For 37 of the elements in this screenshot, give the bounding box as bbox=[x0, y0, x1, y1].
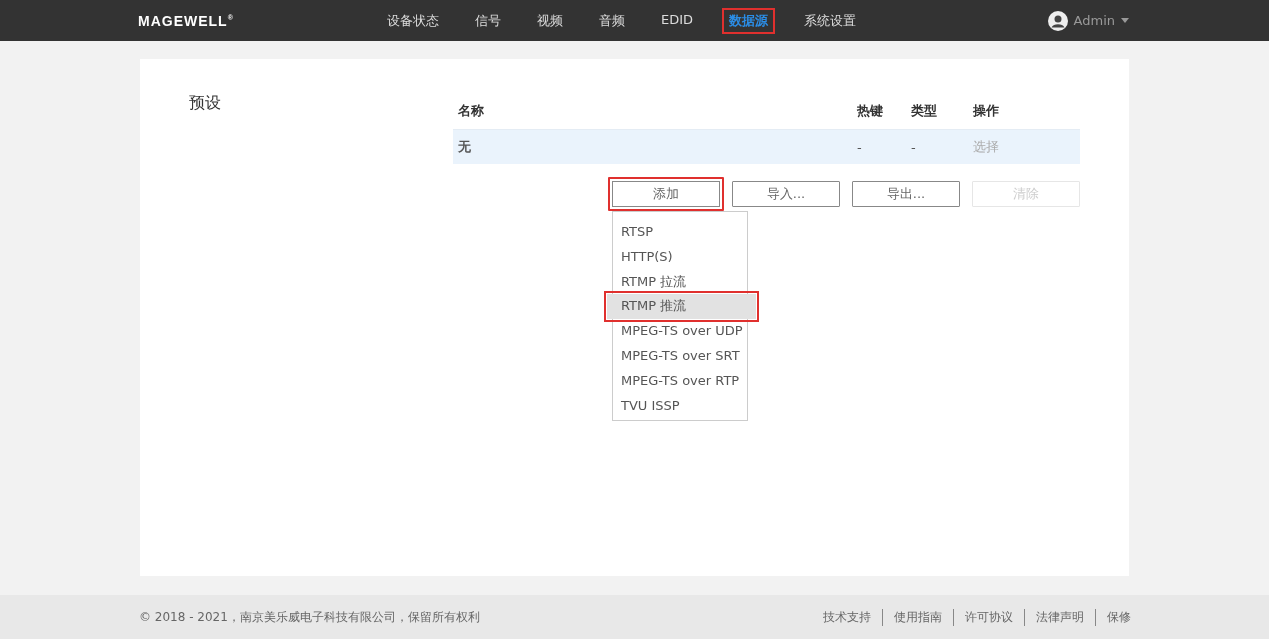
menu-item[interactable]: HTTP(S) bbox=[613, 244, 747, 270]
footer-link[interactable]: 保修 bbox=[1095, 608, 1131, 626]
nav-tab[interactable]: 信号 bbox=[468, 7, 508, 34]
menu-item[interactable]: RTSP bbox=[613, 220, 747, 245]
user-menu[interactable]: Admin bbox=[1073, 13, 1115, 28]
menu-item[interactable]: MPEG-TS over SRT bbox=[613, 344, 747, 369]
column-header: 类型 bbox=[911, 102, 938, 120]
footer-link[interactable]: 许可协议 bbox=[953, 608, 1024, 626]
nav-tab[interactable]: 数据源 bbox=[722, 7, 776, 34]
column-header: 热键 bbox=[857, 102, 884, 120]
column-header: 名称 bbox=[458, 102, 485, 120]
nav-tab[interactable]: 设备状态 bbox=[380, 7, 446, 34]
action-button[interactable]: 添加 bbox=[608, 177, 724, 211]
copyright-text: © 2018 - 2021，南京美乐威电子科技有限公司，保留所有权利 bbox=[139, 608, 480, 626]
footer-link[interactable]: 使用指南 bbox=[882, 608, 953, 626]
table-cell-text: - bbox=[857, 139, 863, 155]
logo: MAGEWELL$^{®}$ bbox=[138, 12, 235, 29]
action-button[interactable]: 导入... bbox=[732, 181, 840, 207]
menu-item[interactable]: RTMP 拉流 bbox=[613, 269, 747, 295]
table-row[interactable]: 无 - - 选择 bbox=[453, 129, 1080, 164]
section-title: 预设 bbox=[189, 93, 221, 112]
nav-tab[interactable]: 音频 bbox=[592, 7, 632, 34]
table-cell-text: - bbox=[911, 139, 917, 155]
nav-tab[interactable]: 系统设置 bbox=[797, 7, 864, 34]
caret-icon[interactable] bbox=[1121, 18, 1129, 23]
menu-item[interactable]: TVU ISSP bbox=[613, 393, 747, 419]
menu-item[interactable]: RTMP 推流 bbox=[607, 294, 756, 320]
nav-tab[interactable]: EDID bbox=[654, 7, 701, 34]
preset-name: 无 bbox=[458, 138, 472, 156]
column-header: 操作 bbox=[973, 102, 1000, 120]
action-button[interactable]: 导出... bbox=[852, 181, 960, 207]
user-avatar-icon bbox=[1047, 10, 1068, 31]
menu-item[interactable]: MPEG-TS over UDP bbox=[613, 319, 747, 344]
footer-link[interactable]: 技术支持 bbox=[812, 608, 882, 626]
footer-link[interactable]: 法律声明 bbox=[1024, 608, 1095, 626]
nav-tab[interactable]: 视频 bbox=[530, 7, 570, 34]
menu-item[interactable]: MPEG-TS over RTP bbox=[613, 368, 747, 394]
